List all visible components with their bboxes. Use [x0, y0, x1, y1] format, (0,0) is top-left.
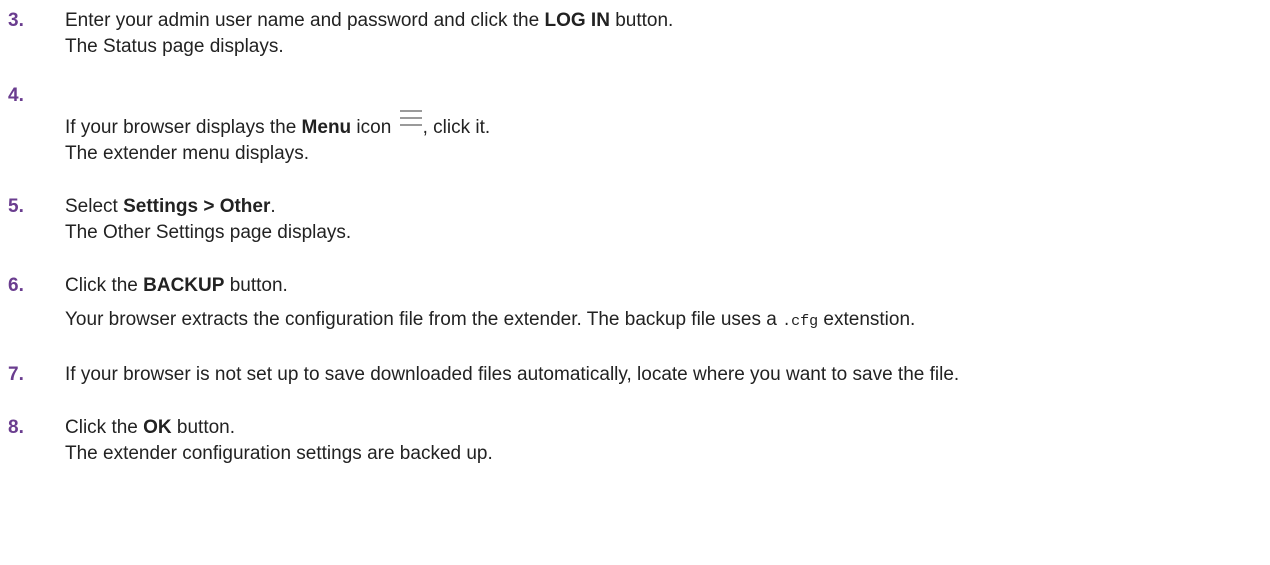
ui-term-menu: Menu [301, 117, 352, 138]
step-instruction: Select Settings > Other. [65, 196, 276, 217]
step-instruction: Click the OK button. [65, 417, 236, 438]
step-4: 4. If your browser displays the Menu ico… [8, 85, 1258, 167]
step-instruction: Enter your admin user name and password … [65, 10, 674, 31]
step-result: The Other Settings page displays. [65, 222, 352, 243]
step-5: 5. Select Settings > Other. The Other Se… [8, 194, 1258, 246]
step-number: 4. [8, 85, 24, 106]
step-number: 5. [8, 196, 24, 217]
step-result: Your browser extracts the configuration … [65, 309, 916, 330]
ui-term-ok: OK [143, 417, 172, 438]
step-3: 3. Enter your admin user name and passwo… [8, 8, 1258, 60]
file-extension: .cfg [782, 313, 819, 330]
ui-term-log-in: LOG IN [544, 10, 610, 31]
step-number: 8. [8, 417, 24, 438]
step-number: 6. [8, 275, 24, 296]
step-6: 6. Click the BACKUP button. Your browser… [8, 273, 1258, 335]
step-result: The Status page displays. [65, 36, 284, 57]
step-result: The extender menu displays. [65, 143, 309, 164]
step-instruction: If your browser is not set up to save do… [65, 364, 960, 385]
step-number: 7. [8, 364, 24, 385]
procedure-steps: 3. Enter your admin user name and passwo… [8, 8, 1258, 494]
step-result: The extender configuration settings are … [65, 443, 493, 464]
step-7: 7. If your browser is not set up to save… [8, 362, 1258, 388]
ui-term-backup: BACKUP [143, 275, 225, 296]
step-instruction: Click the BACKUP button. [65, 275, 288, 296]
step-8: 8. Click the OK button. The extender con… [8, 415, 1258, 467]
ui-term-settings-other: Settings > Other [123, 196, 271, 217]
menu-hamburger-icon [399, 110, 422, 126]
step-number: 3. [8, 10, 24, 31]
step-instruction: If your browser displays the Menu icon ,… [65, 87, 1258, 141]
